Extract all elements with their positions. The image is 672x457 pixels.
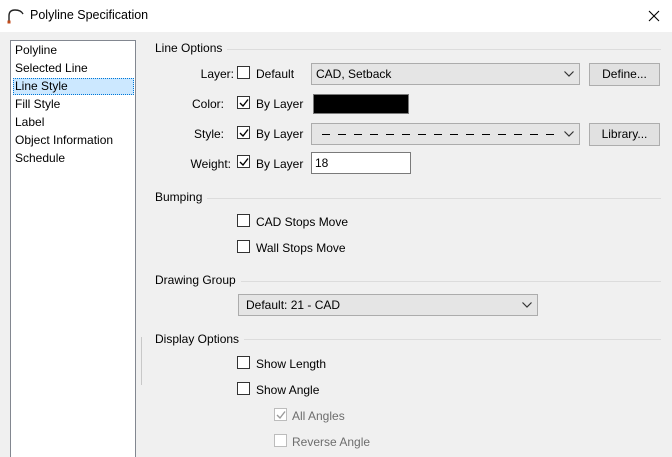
reverse-angle-label: Reverse Angle xyxy=(292,435,371,449)
show-angle-label: Show Angle xyxy=(256,383,320,397)
close-button[interactable] xyxy=(636,0,672,32)
drawing-group-header: Drawing Group xyxy=(155,273,241,287)
bumping-header: Bumping xyxy=(155,190,208,204)
nav-item-selected-line[interactable]: Selected Line xyxy=(13,60,134,77)
wall-stops-move-checkbox[interactable] xyxy=(237,240,250,253)
layer-label: Layer: xyxy=(200,67,234,81)
weight-label: Weight: xyxy=(190,157,231,171)
style-dropdown[interactable] xyxy=(311,123,580,145)
nav-item-polyline[interactable]: Polyline xyxy=(13,42,134,59)
layer-default-checkbox[interactable] xyxy=(237,66,250,79)
show-angle-checkbox[interactable] xyxy=(237,382,250,395)
color-by-layer-checkbox[interactable] xyxy=(237,96,250,109)
color-by-layer-label: By Layer xyxy=(256,97,304,111)
category-list[interactable]: Polyline Selected Line Line Style Fill S… xyxy=(10,40,136,457)
checkmark-icon xyxy=(239,99,249,108)
nav-item-object-information[interactable]: Object Information xyxy=(13,132,134,149)
library-button[interactable]: Library... xyxy=(589,123,660,146)
window-title: Polyline Specification xyxy=(30,8,149,22)
pane-splitter[interactable] xyxy=(141,337,142,385)
dashed-line-preview xyxy=(322,134,558,135)
title-bar: Polyline Specification xyxy=(0,0,672,32)
chevron-down-icon xyxy=(564,131,574,137)
checkmark-icon xyxy=(276,411,286,420)
cad-stops-move-label: CAD Stops Move xyxy=(256,215,349,229)
color-swatch[interactable] xyxy=(313,94,409,114)
chevron-down-icon xyxy=(522,302,532,308)
nav-item-line-style[interactable]: Line Style xyxy=(13,78,134,95)
drawing-group-value: Default: 21 - CAD xyxy=(246,298,341,312)
all-angles-checkbox[interactable] xyxy=(274,408,287,421)
nav-item-fill-style[interactable]: Fill Style xyxy=(13,96,134,113)
drawing-group-dropdown[interactable]: Default: 21 - CAD xyxy=(238,294,538,316)
all-angles-label: All Angles xyxy=(292,409,345,423)
display-options-header: Display Options xyxy=(155,332,245,346)
checkmark-icon xyxy=(239,158,249,167)
checkmark-icon xyxy=(239,129,249,138)
wall-stops-move-label: Wall Stops Move xyxy=(256,241,346,255)
weight-by-layer-label: By Layer xyxy=(256,157,304,171)
bumping-divider xyxy=(155,198,661,199)
show-length-checkbox[interactable] xyxy=(237,356,250,369)
line-options-header: Line Options xyxy=(155,41,228,55)
chevron-down-icon xyxy=(564,71,574,77)
arc-icon xyxy=(7,8,25,24)
style-label: Style: xyxy=(193,127,224,141)
dialog-client: Polyline Selected Line Line Style Fill S… xyxy=(0,32,672,457)
layer-value: CAD, Setback xyxy=(316,67,392,81)
style-by-layer-checkbox[interactable] xyxy=(237,126,250,139)
layer-dropdown[interactable]: CAD, Setback xyxy=(311,63,580,85)
reverse-angle-checkbox[interactable] xyxy=(274,434,287,447)
color-label: Color: xyxy=(191,97,224,111)
cad-stops-move-checkbox[interactable] xyxy=(237,214,250,227)
line-options-divider xyxy=(155,49,661,50)
define-button[interactable]: Define... xyxy=(589,63,660,86)
weight-input[interactable]: 18 xyxy=(311,152,411,174)
show-length-label: Show Length xyxy=(256,357,327,371)
nav-item-label[interactable]: Label xyxy=(13,114,134,131)
close-icon xyxy=(648,10,660,22)
weight-by-layer-checkbox[interactable] xyxy=(237,155,250,168)
nav-item-schedule[interactable]: Schedule xyxy=(13,150,134,167)
style-by-layer-label: By Layer xyxy=(256,127,304,141)
layer-default-label: Default xyxy=(256,67,295,81)
